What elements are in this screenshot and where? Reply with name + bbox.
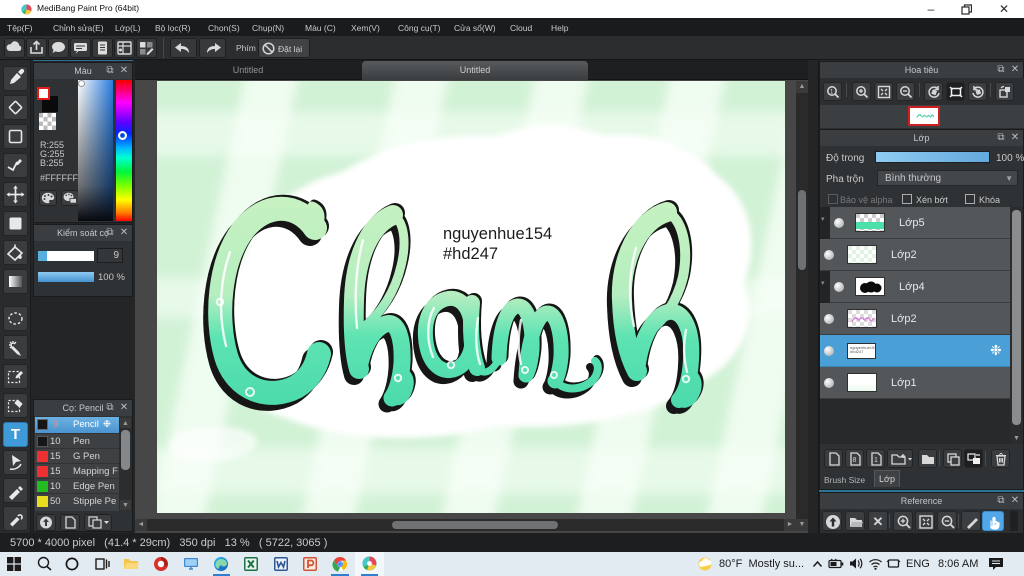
svg-text:nguyenhue154: nguyenhue154 (443, 225, 552, 243)
svg-text:#hd247: #hd247 (443, 245, 498, 263)
svg-text:1: 1 (874, 457, 878, 464)
svg-text:8: 8 (853, 457, 857, 464)
